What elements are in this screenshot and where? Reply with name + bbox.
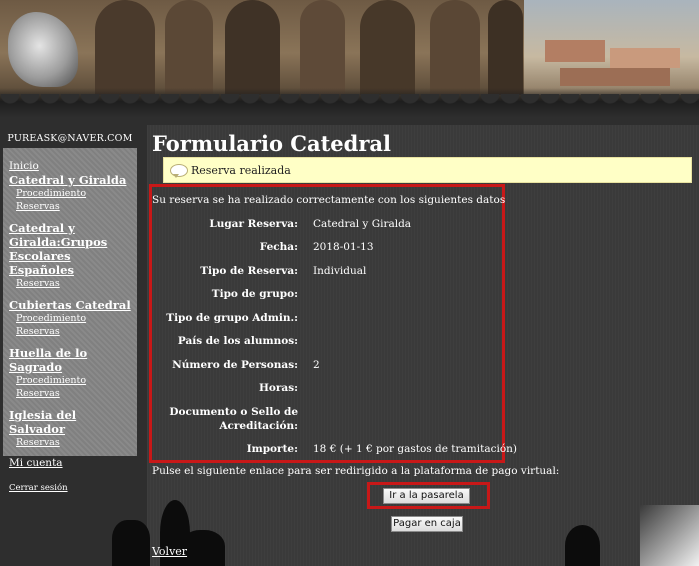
logout-link[interactable]: Cerrar sesión [9,482,135,494]
sidebar-item-procedimiento[interactable]: Procedimiento [9,187,135,200]
sidebar-section-huella[interactable]: Huella de lo Sagrado [9,346,135,374]
sidebar-section-grupos-escolares[interactable]: Catedral y Giralda:Grupos Escolares Espa… [9,221,135,277]
field-label: Lugar Reserva: [209,218,298,230]
field-label: Tipo de grupo Admin.: [166,312,298,324]
field-label: País de los alumnos: [177,335,298,347]
go-to-gateway-button[interactable]: Ir a la pasarela [383,488,470,504]
sidebar-item-procedimiento[interactable]: Procedimiento [9,374,135,387]
field-label: Tipo de grupo: [211,288,298,300]
sidebar-section-salvador[interactable]: Iglesia del Salvador [9,408,135,436]
sidebar-section-cubiertas[interactable]: Cubiertas Catedral [9,298,135,312]
status-notice: Reserva realizada [163,157,692,183]
sidebar-item-reservas[interactable]: Reservas [9,325,135,338]
field-value: Catedral y Giralda [313,218,412,230]
user-email: PUREASK@NAVER.COM [3,130,137,148]
field-label: Horas: [258,382,298,394]
field-label: Tipo de Reserva: [200,265,298,277]
sidebar-item-mi-cuenta[interactable]: Mi cuenta [9,457,135,470]
sidebar-item-procedimiento[interactable]: Procedimiento [9,312,135,325]
field-label: Documento o Sello de Acreditación: [169,406,298,432]
field-label: Número de Personas: [172,359,298,371]
sidebar: PUREASK@NAVER.COM Inicio Catedral y Gira… [3,130,137,493]
header-banner [0,0,699,118]
page-title: Formulario Catedral [152,131,391,156]
field-value: 18 € (+ 1 € por gastos de tramitación) [313,443,518,455]
sidebar-item-reservas[interactable]: Reservas [9,436,135,449]
field-value: 2018-01-13 [313,241,374,253]
speech-bubble-icon [170,164,188,178]
sidebar-item-reservas[interactable]: Reservas [9,387,135,400]
summary-intro: Su reserva se ha realizado correctamente… [152,194,506,206]
sidebar-item-inicio[interactable]: Inicio [9,160,135,173]
field-value: Individual [313,265,367,277]
sidebar-nav: Inicio Catedral y Giralda Procedimiento … [9,160,135,494]
field-label: Fecha: [259,241,298,253]
notice-text: Reserva realizada [191,164,291,177]
pay-at-cashier-button[interactable]: Pagar en caja [391,516,463,532]
redirect-instructions: Pulse el siguiente enlace para ser redir… [152,465,560,477]
sidebar-item-reservas[interactable]: Reservas [9,277,135,290]
sidebar-item-reservas[interactable]: Reservas [9,200,135,213]
pigeon-icon [8,12,78,87]
field-label: Importe: [246,443,298,455]
back-link[interactable]: Volver [152,545,187,558]
sidebar-section-catedral-giralda[interactable]: Catedral y Giralda [9,173,135,187]
field-value: 2 [313,359,320,371]
